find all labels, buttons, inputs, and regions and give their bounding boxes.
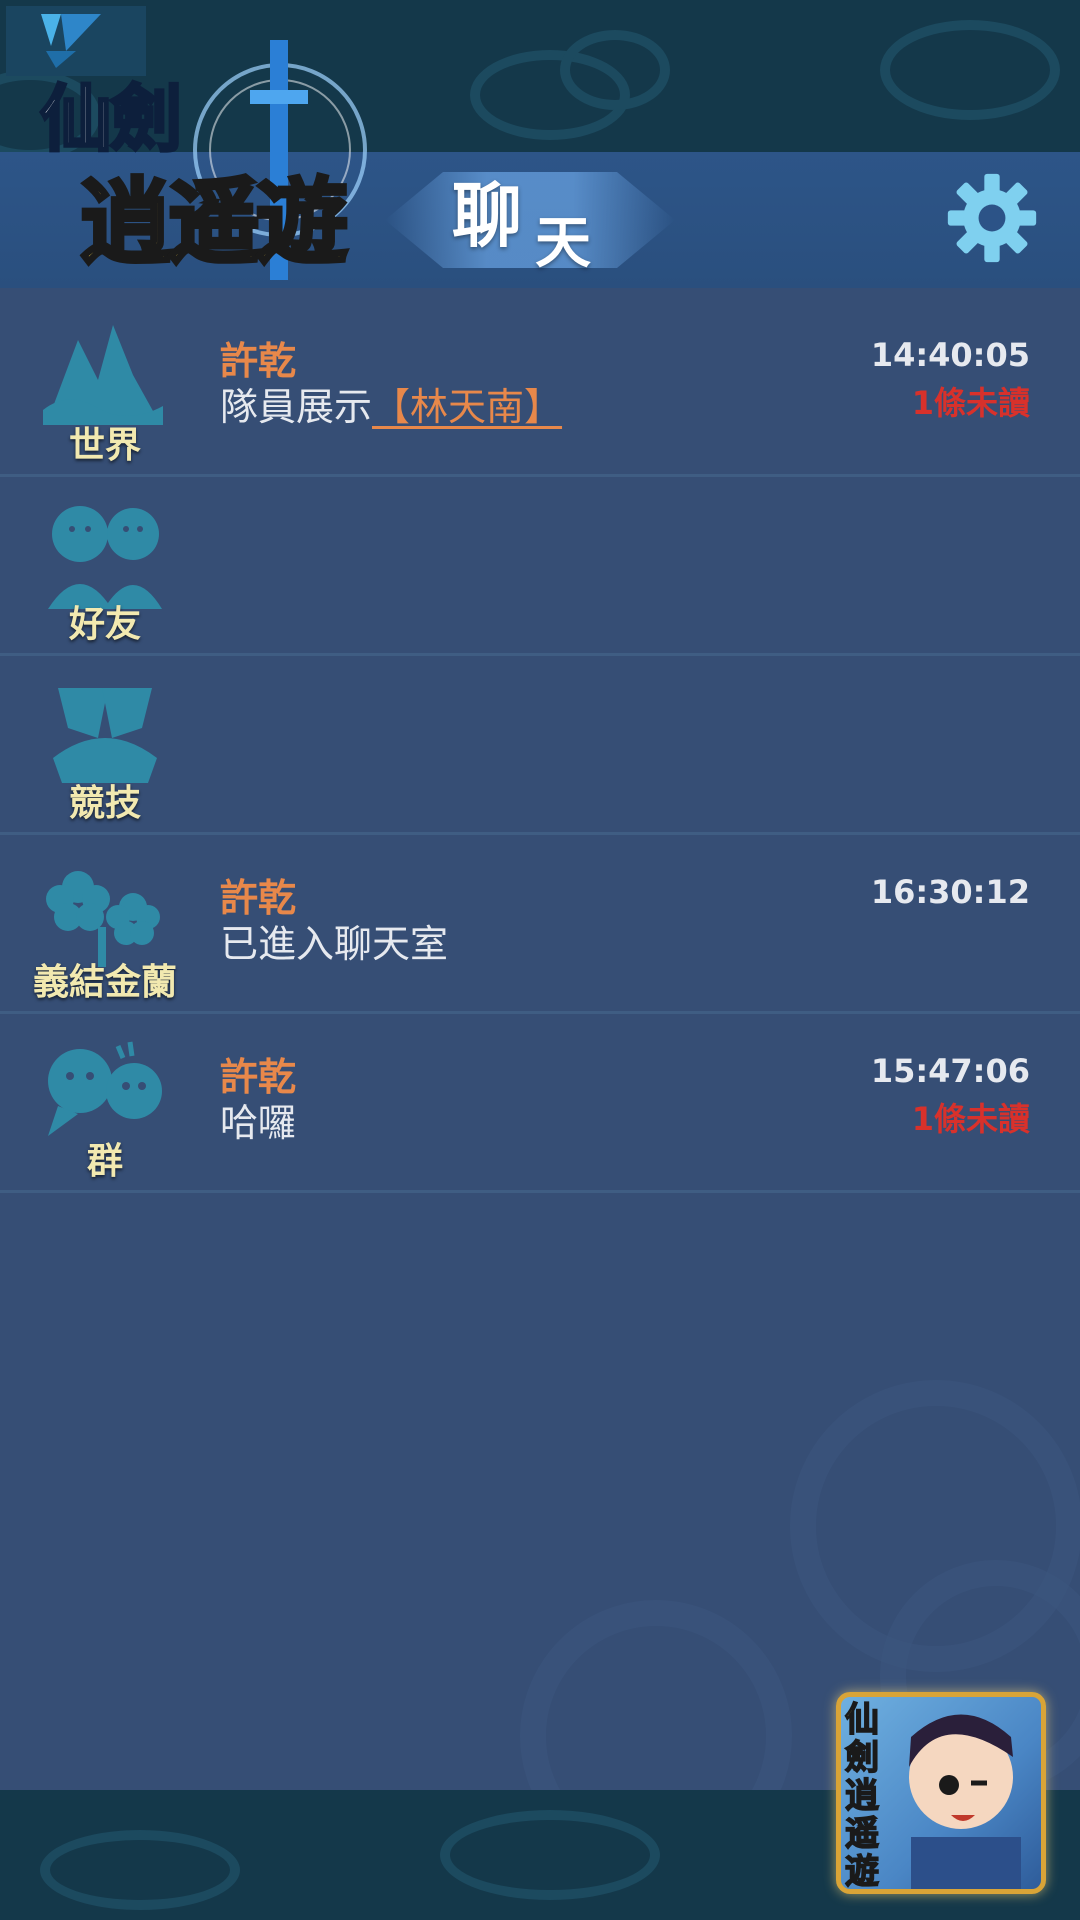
cloud-ornament — [560, 30, 670, 110]
channel-row-arena[interactable]: 競技 — [0, 654, 1080, 835]
message-text: 隊員展示 — [220, 385, 373, 429]
message-link-tag[interactable]: 【林天南】 — [372, 385, 562, 429]
channel-label: 好友 — [68, 604, 141, 645]
app-icon-title: 仙劍逍遥遊 — [844, 1700, 880, 1892]
group-chat-icon — [48, 1041, 162, 1136]
flowers-icon — [46, 871, 160, 967]
cloud-ornament — [40, 1830, 240, 1910]
app-shortcut-icon[interactable]: 仙劍逍遥遊 — [836, 1692, 1046, 1894]
message-preview: 哈囉 — [220, 1101, 297, 1145]
friends-icon — [48, 506, 162, 609]
game-logo: 仙劍 逍遥遊 — [20, 20, 400, 290]
channel-label: 義結金蘭 — [32, 962, 177, 1003]
message-preview: 已進入聊天室 — [220, 922, 449, 966]
logo-text-line2: 逍遥遊 — [78, 166, 350, 278]
channel-label: 競技 — [68, 783, 141, 824]
channel-label: 世界 — [68, 425, 141, 466]
channel-row-world[interactable]: 世界 許乾 隊員展示【林天南】 14:40:05 1條未讀 — [0, 296, 1080, 477]
title-diamond-ornament — [385, 172, 675, 268]
mountain-icon — [43, 325, 163, 425]
message-preview: 隊員展示【林天南】 — [220, 376, 562, 431]
unread-count: 1條未讀 — [911, 1100, 1030, 1138]
message-time: 16:30:12 — [870, 873, 1030, 911]
channel-row-friends[interactable]: 好友 — [0, 475, 1080, 656]
gear-icon[interactable] — [944, 170, 1040, 266]
channel-row-group[interactable]: 群 許乾 哈囉 15:47:06 1條未讀 — [0, 1012, 1080, 1193]
unread-count: 1條未讀 — [911, 384, 1030, 422]
channel-label: 群 — [86, 1141, 123, 1182]
message-time: 15:47:06 — [870, 1052, 1030, 1090]
message-time: 14:40:05 — [870, 336, 1030, 374]
channel-row-sworn[interactable]: 義結金蘭 許乾 已進入聊天室 16:30:12 — [0, 833, 1080, 1014]
crossed-swords-icon — [53, 688, 157, 783]
cloud-ornament — [440, 1810, 660, 1900]
page-title-part1: 聊 — [452, 175, 522, 257]
cloud-ornament — [880, 20, 1060, 120]
page-title-part2: 天 — [535, 211, 591, 276]
